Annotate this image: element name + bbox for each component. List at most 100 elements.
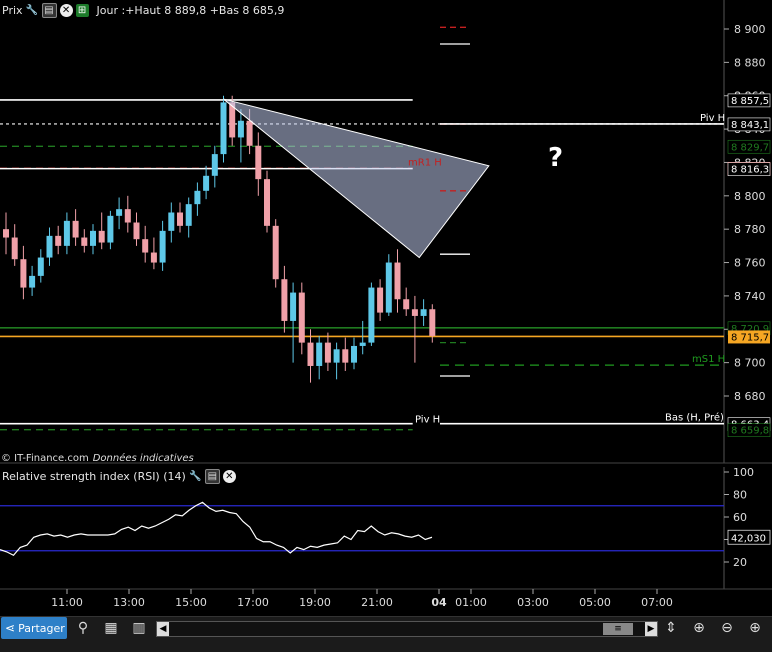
candle-body xyxy=(272,225,279,280)
candle-body xyxy=(307,342,314,366)
x-tick-label: 13:00 xyxy=(113,596,145,609)
scroll-right-icon[interactable]: ▶ xyxy=(645,622,657,636)
rsi-y-tick-label: 60 xyxy=(733,511,747,524)
y-tick-label: 8 760 xyxy=(734,257,766,270)
y-tick-label: 8 680 xyxy=(734,390,766,403)
rsi-panel-header: Relative strength index (RSI) (14) 🔧 ▤ ✕ xyxy=(0,466,236,486)
candle-body xyxy=(281,279,288,321)
candle-body xyxy=(90,230,96,246)
y-tick-label: 8 900 xyxy=(734,23,766,36)
wrench-icon[interactable]: 🔧 xyxy=(26,4,39,17)
bars-settings-icon[interactable]: ▥ xyxy=(130,619,148,637)
price-tag-label: 8 857,5 xyxy=(731,96,769,107)
candle-body xyxy=(246,120,253,146)
close-icon[interactable]: ✕ xyxy=(59,3,73,17)
x-tick-label: 05:00 xyxy=(579,596,611,609)
candle-body xyxy=(316,342,323,366)
candle-body xyxy=(55,235,62,246)
y-tick-label: 8 740 xyxy=(734,290,766,303)
share-button-label: Partager xyxy=(18,621,65,635)
candle-body xyxy=(411,309,418,316)
candle-body xyxy=(385,262,392,313)
close-icon[interactable]: ✕ xyxy=(222,469,236,483)
zoom-out-icon[interactable]: ⊖ xyxy=(718,619,736,637)
chart-canvas: 8 9008 8808 8608 8408 8208 8008 7808 760… xyxy=(0,0,772,651)
settings-icon[interactable]: ▤ xyxy=(204,468,220,484)
candle-body xyxy=(394,262,401,300)
rsi-y-tick-label: 100 xyxy=(733,466,754,479)
candle-body xyxy=(37,257,44,276)
candle-body xyxy=(298,292,305,343)
candle-body xyxy=(185,204,192,226)
scroll-thumb[interactable]: ≡ xyxy=(603,623,633,635)
price-tag-label: 8 843,1 xyxy=(731,120,769,131)
candle-body xyxy=(203,175,210,191)
candle-body xyxy=(403,299,410,310)
add-indicator-icon[interactable]: ⊞ xyxy=(75,3,89,17)
x-tick-label: 04 xyxy=(431,596,447,609)
candle-body xyxy=(220,102,227,155)
candle-body xyxy=(159,230,166,263)
candle-body xyxy=(333,349,340,363)
rsi-panel-title: Relative strength index (RSI) (14) xyxy=(2,469,186,483)
candle-body xyxy=(63,220,70,246)
candle-body xyxy=(264,179,270,226)
candle-body xyxy=(255,145,262,180)
price-panel-title: Prix xyxy=(2,3,23,17)
candle-body xyxy=(429,309,436,336)
x-tick-label: 07:00 xyxy=(641,596,673,609)
candle-body xyxy=(211,154,218,176)
zoom-in-icon[interactable]: ⊕ xyxy=(746,619,764,637)
rsi-y-tick-label: 80 xyxy=(733,489,747,502)
candle-body xyxy=(359,342,366,346)
x-tick-label: 21:00 xyxy=(361,596,393,609)
y-tick-label: 8 880 xyxy=(734,56,766,69)
x-tick-label: 19:00 xyxy=(299,596,331,609)
settings-icon[interactable]: ▤ xyxy=(41,2,57,18)
time-scrollbar[interactable]: ◀ ≡ ▶ xyxy=(156,621,658,637)
price-panel-info: Jour :+Haut 8 889,8 +Bas 8 685,9 xyxy=(96,3,285,17)
share-button[interactable]: ⋖ Partager xyxy=(1,617,67,639)
x-tick-label: 03:00 xyxy=(517,596,549,609)
level-label: Piv H xyxy=(415,415,440,426)
x-tick-label: 17:00 xyxy=(237,596,269,609)
rsi-last-value-label: 42,030 xyxy=(731,533,766,544)
link-cursor-icon[interactable]: ⚲ xyxy=(74,619,92,637)
candle-body xyxy=(107,215,114,243)
candle-body xyxy=(342,349,349,363)
candle-body xyxy=(420,309,427,316)
auto-scale-icon[interactable]: ⇕ xyxy=(662,619,680,637)
level-label: Piv H xyxy=(700,113,725,124)
spreadsheet-icon[interactable]: ▦ xyxy=(102,619,120,637)
candle-body xyxy=(237,120,244,138)
zoom-fit-icon[interactable]: ⊕ xyxy=(690,619,708,637)
question-mark-annotation: ? xyxy=(548,143,563,173)
scroll-left-icon[interactable]: ◀ xyxy=(157,622,169,636)
candle-body xyxy=(81,237,88,246)
rsi-y-tick-label: 20 xyxy=(733,556,747,569)
wrench-icon[interactable]: 🔧 xyxy=(189,470,202,483)
candle-body xyxy=(29,275,36,288)
candle-body xyxy=(194,190,201,205)
price-tag-label: 8 659,8 xyxy=(731,426,769,437)
candle-body xyxy=(124,209,131,223)
candle-body xyxy=(377,287,384,313)
candle-body xyxy=(177,212,183,226)
bottom-toolbar: ⋖ Partager ⚲ ▦ ▥ ◀ ≡ ▶ ⇕ ⊕ ⊖ ⊕ xyxy=(0,616,772,652)
candle-body xyxy=(142,239,149,253)
level-label: mR1 H xyxy=(408,157,442,168)
y-tick-label: 8 700 xyxy=(734,357,766,370)
x-tick-label: 01:00 xyxy=(455,596,487,609)
candle-body xyxy=(72,220,79,238)
candle-body xyxy=(133,222,140,240)
price-tag-label: 8 816,3 xyxy=(731,165,769,176)
level-label: mS1 H xyxy=(692,354,725,365)
y-tick-label: 8 780 xyxy=(734,223,766,236)
candle-body xyxy=(98,230,105,243)
candle-body xyxy=(116,209,123,216)
candle-body xyxy=(368,287,375,343)
candle-body xyxy=(20,259,27,288)
price-panel-header: Prix 🔧 ▤ ✕ ⊞ Jour :+Haut 8 889,8 +Bas 8 … xyxy=(0,0,284,20)
x-tick-label: 15:00 xyxy=(175,596,207,609)
candle-body xyxy=(150,252,157,263)
